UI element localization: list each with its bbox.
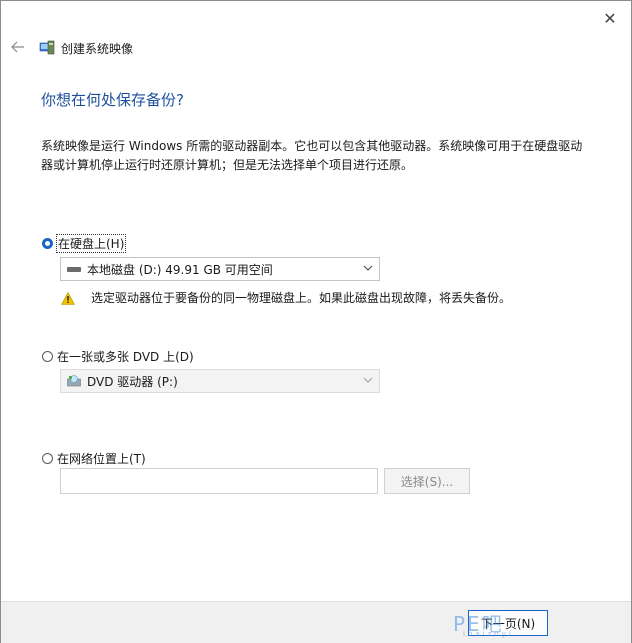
chevron-down-icon [363,263,373,276]
warning-text: 选定驱动器位于要备份的同一物理磁盘上。如果此磁盘出现故障，将丢失备份。 [91,291,512,305]
select-network-button[interactable]: 选择(S)... [384,468,470,494]
dialog-window: ✕ 创建系统映像 你想在何处保存备份? 系统映像是运行 Windows 所需的驱… [0,0,632,643]
close-icon[interactable]: ✕ [599,7,621,29]
dvd-selected-value: DVD 驱动器 (P:) [87,374,178,389]
window-title: 创建系统映像 [61,42,134,56]
back-arrow-icon[interactable] [10,39,26,55]
next-button[interactable]: 下一页(N) [468,610,548,636]
network-location-input[interactable] [60,468,378,494]
hard-drive-icon [67,266,81,272]
chevron-down-icon [363,375,373,388]
hard-disk-dropdown[interactable]: 本地磁盘 (D:) 49.91 GB 可用空间 [60,257,380,281]
dvd-radio[interactable]: 在一张或多张 DVD 上(D) [42,348,194,365]
radio-selected-icon [42,238,53,249]
hard-disk-radio[interactable]: 在硬盘上(H) [42,234,127,253]
page-heading: 你想在何处保存备份? [41,91,184,109]
dvd-drive-icon [67,375,81,387]
network-radio-label: 在网络位置上(T) [57,452,146,466]
hard-disk-radio-label: 在硬盘上(H) [55,234,127,253]
hard-disk-selected-value: 本地磁盘 (D:) 49.91 GB 可用空间 [87,262,273,277]
network-radio[interactable]: 在网络位置上(T) [42,450,146,467]
dvd-dropdown[interactable]: DVD 驱动器 (P:) [60,369,380,393]
description-text: 系统映像是运行 Windows 所需的驱动器副本。它也可以包含其他驱动器。系统映… [41,139,583,172]
warning-icon [60,291,76,305]
radio-unselected-icon [42,453,53,464]
dvd-radio-label: 在一张或多张 DVD 上(D) [57,350,194,364]
backup-app-icon [39,39,55,55]
radio-unselected-icon [42,351,53,362]
